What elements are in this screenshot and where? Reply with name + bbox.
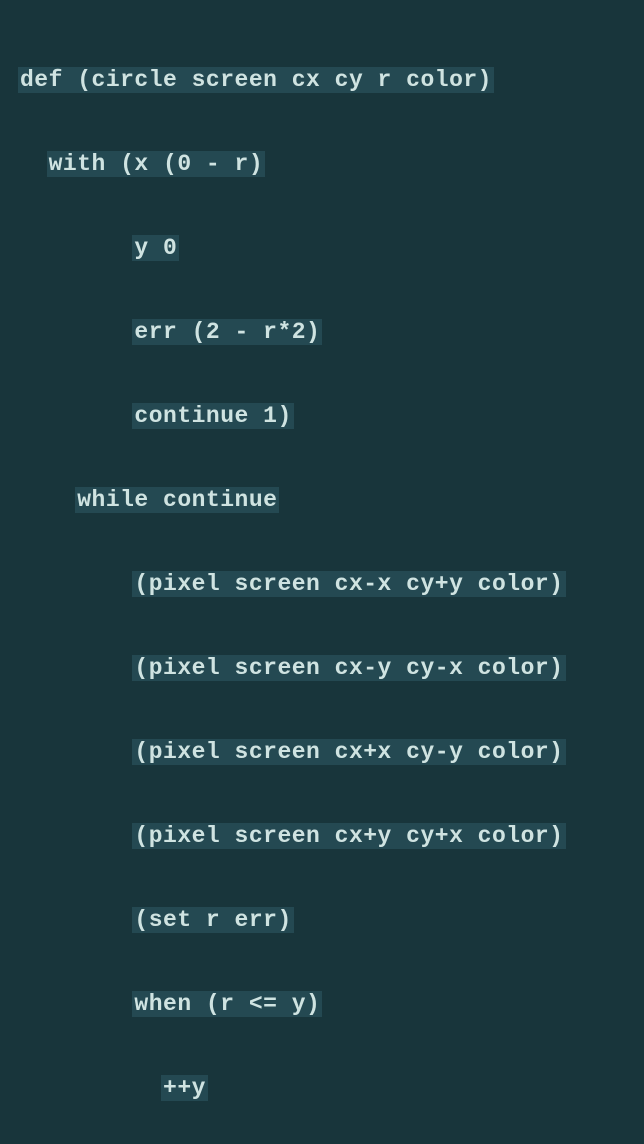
code-text: (pixel screen cx-y cy-x color) [132, 655, 565, 681]
code-text: while continue [75, 487, 279, 513]
code-text: (set r err) [132, 907, 293, 933]
code-text: y 0 [132, 235, 179, 261]
code-text: continue 1) [132, 403, 293, 429]
code-line: (pixel screen cx+y cy+x color) [18, 822, 644, 850]
code-line: continue 1) [18, 402, 644, 430]
code-line: (set r err) [18, 906, 644, 934]
code-line: def (circle screen cx cy r color) [18, 66, 644, 94]
code-line: ++y [18, 1074, 644, 1102]
code-line: with (x (0 - r) [18, 150, 644, 178]
code-text: (pixel screen cx-x cy+y color) [132, 571, 565, 597]
code-text: with (x (0 - r) [47, 151, 266, 177]
code-line: while continue [18, 486, 644, 514]
code-text: ++y [161, 1075, 208, 1101]
code-text: def (circle screen cx cy r color) [18, 67, 494, 93]
code-text: (pixel screen cx+x cy-y color) [132, 739, 565, 765]
code-line: (pixel screen cx-x cy+y color) [18, 570, 644, 598]
code-text: (pixel screen cx+y cy+x color) [132, 823, 565, 849]
code-line: err (2 - r*2) [18, 318, 644, 346]
code-line: when (r <= y) [18, 990, 644, 1018]
code-block: def (circle screen cx cy r color) with (… [18, 10, 644, 1144]
code-text: when (r <= y) [132, 991, 322, 1017]
code-line: (pixel screen cx+x cy-y color) [18, 738, 644, 766]
code-line: y 0 [18, 234, 644, 262]
code-line: (pixel screen cx-y cy-x color) [18, 654, 644, 682]
code-text: err (2 - r*2) [132, 319, 322, 345]
